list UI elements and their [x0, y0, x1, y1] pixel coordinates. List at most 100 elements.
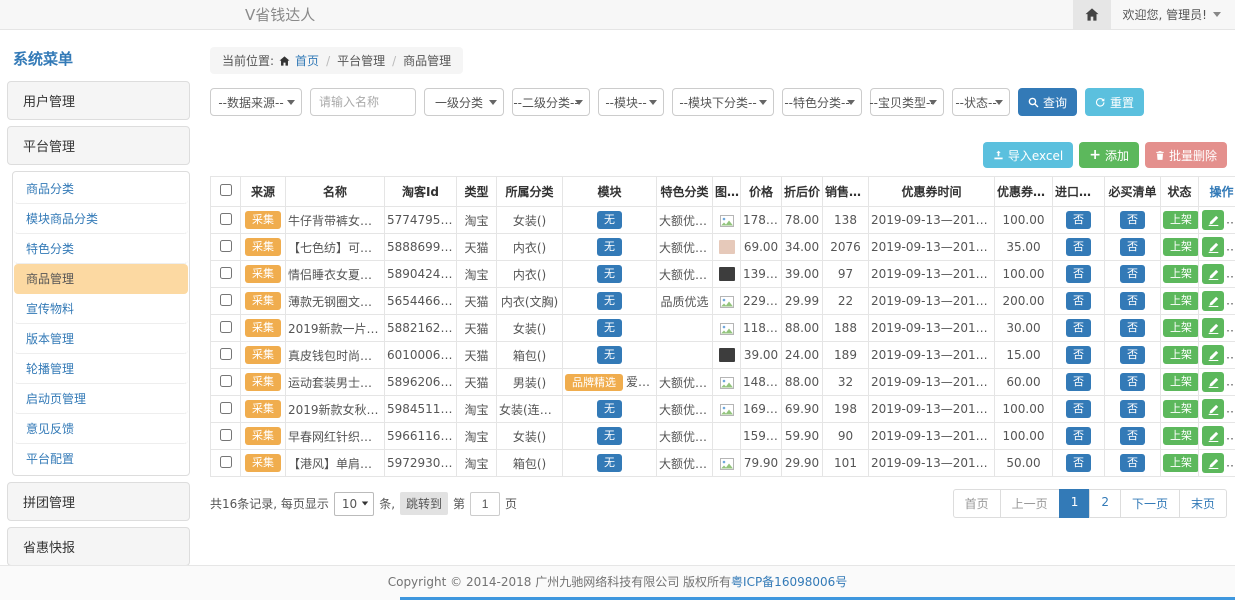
edit-button[interactable]: [1202, 426, 1224, 446]
import-pick-toggle[interactable]: 否: [1066, 346, 1091, 363]
status-button[interactable]: 上架: [1163, 400, 1199, 417]
edit-button[interactable]: [1202, 291, 1224, 311]
import-pick-toggle[interactable]: 否: [1066, 238, 1091, 255]
status-button[interactable]: 上架: [1163, 346, 1199, 363]
sidebar-subitem[interactable]: 启动页管理: [14, 384, 188, 414]
status-button[interactable]: 上架: [1163, 211, 1199, 228]
must-buy-toggle[interactable]: 否: [1120, 373, 1145, 390]
row-checkbox[interactable]: [220, 429, 232, 441]
discount-price: 34.00: [782, 234, 823, 261]
row-checkbox[interactable]: [220, 213, 232, 225]
price: 148.00: [741, 369, 782, 396]
must-buy-toggle[interactable]: 否: [1120, 427, 1145, 444]
sidebar-subitem[interactable]: 版本管理: [14, 324, 188, 354]
must-buy-toggle[interactable]: 否: [1120, 319, 1145, 336]
copyright-text: Copyright © 2014-2018 广州九驰网络科技有限公司 版权所有: [388, 575, 731, 589]
import-pick-toggle[interactable]: 否: [1066, 454, 1091, 471]
status-button[interactable]: 上架: [1163, 373, 1199, 390]
status-button[interactable]: 上架: [1163, 319, 1199, 336]
home-button[interactable]: [1073, 0, 1111, 29]
sidebar-subitem[interactable]: 意见反馈: [14, 414, 188, 444]
status-button[interactable]: 上架: [1163, 292, 1199, 309]
import-excel-button[interactable]: 导入excel: [983, 142, 1073, 168]
row-checkbox[interactable]: [220, 267, 232, 279]
must-buy-toggle[interactable]: 否: [1120, 346, 1145, 363]
sidebar-subitem[interactable]: 商品分类: [14, 174, 188, 204]
edit-button[interactable]: [1202, 399, 1224, 419]
page-button[interactable]: 1: [1059, 489, 1091, 518]
user-menu[interactable]: 欢迎您, 管理员!: [1111, 0, 1235, 29]
edit-button[interactable]: [1202, 453, 1224, 473]
import-pick-toggle[interactable]: 否: [1066, 373, 1091, 390]
sidebar-subitem[interactable]: 模块商品分类: [14, 204, 188, 234]
must-buy-toggle[interactable]: 否: [1120, 400, 1145, 417]
filter-module-sub-select[interactable]: --模块下分类--: [672, 88, 774, 116]
sidebar-item[interactable]: 平台管理: [7, 126, 190, 165]
page-button[interactable]: 末页: [1179, 489, 1227, 518]
filter-module-select[interactable]: --模块--: [598, 88, 664, 116]
taoke-id: 598451162391: [385, 396, 457, 423]
filter-source-select[interactable]: --数据来源--: [210, 88, 302, 116]
must-buy-toggle[interactable]: 否: [1120, 454, 1145, 471]
price: 118.00: [741, 315, 782, 342]
welcome-text: 欢迎您, 管理员!: [1123, 6, 1207, 23]
filter-category2-select[interactable]: --二级分类--: [512, 88, 590, 116]
must-buy-toggle[interactable]: 否: [1120, 292, 1145, 309]
row-checkbox[interactable]: [220, 240, 232, 252]
must-buy-toggle[interactable]: 否: [1120, 265, 1145, 282]
batch-delete-button[interactable]: 批量删除: [1145, 142, 1227, 168]
icp-link[interactable]: 粤ICP备16098006号: [731, 575, 847, 589]
module-subcategory: 爱上运动: [626, 375, 657, 389]
edit-button[interactable]: [1202, 237, 1224, 257]
category: 女装(): [497, 207, 563, 234]
sidebar-item[interactable]: 用户管理: [7, 81, 190, 120]
edit-button[interactable]: [1202, 210, 1224, 230]
add-button[interactable]: + 添加: [1079, 142, 1139, 168]
status-button[interactable]: 上架: [1163, 238, 1199, 255]
import-pick-toggle[interactable]: 否: [1066, 292, 1091, 309]
breadcrumb-home-link[interactable]: 首页: [295, 52, 319, 69]
module-cell: 无: [563, 342, 657, 369]
row-checkbox[interactable]: [220, 294, 232, 306]
sidebar-subitem[interactable]: 商品管理: [14, 264, 188, 294]
filter-feature-select[interactable]: --特色分类--: [782, 88, 862, 116]
sidebar-subitem[interactable]: 特色分类: [14, 234, 188, 264]
jump-button[interactable]: 跳转到: [400, 492, 448, 515]
import-pick-toggle[interactable]: 否: [1066, 211, 1091, 228]
import-pick-toggle[interactable]: 否: [1066, 427, 1091, 444]
name-search-input[interactable]: [310, 88, 416, 116]
sidebar-item[interactable]: 省惠快报: [7, 527, 190, 565]
filter-category1-select[interactable]: 一级分类: [424, 88, 504, 116]
row-checkbox[interactable]: [220, 321, 232, 333]
import-pick-toggle[interactable]: 否: [1066, 319, 1091, 336]
sidebar-subitem[interactable]: 轮播管理: [14, 354, 188, 384]
import-pick-toggle[interactable]: 否: [1066, 400, 1091, 417]
page-button[interactable]: 2: [1089, 489, 1121, 518]
filter-item-type-select[interactable]: --宝贝类型--: [870, 88, 944, 116]
edit-button[interactable]: [1202, 345, 1224, 365]
sidebar-item[interactable]: 拼团管理: [7, 482, 190, 521]
page-size-select[interactable]: 10: [334, 492, 374, 516]
select-all-checkbox[interactable]: [220, 184, 232, 196]
row-checkbox[interactable]: [220, 402, 232, 414]
query-button[interactable]: 查询: [1018, 88, 1077, 116]
sidebar-subitem[interactable]: 宣传物料: [14, 294, 188, 324]
status-button[interactable]: 上架: [1163, 427, 1199, 444]
row-checkbox[interactable]: [220, 456, 232, 468]
reset-button[interactable]: 重置: [1085, 88, 1144, 116]
status-button[interactable]: 上架: [1163, 454, 1199, 471]
sidebar-subitem[interactable]: 平台配置: [14, 444, 188, 473]
status-button[interactable]: 上架: [1163, 265, 1199, 282]
sales-count: 101: [823, 450, 869, 477]
edit-button[interactable]: [1202, 372, 1224, 392]
row-checkbox[interactable]: [220, 375, 232, 387]
import-pick-toggle[interactable]: 否: [1066, 265, 1091, 282]
edit-button[interactable]: [1202, 264, 1224, 284]
filter-status-select[interactable]: --状态--: [952, 88, 1010, 116]
row-checkbox[interactable]: [220, 348, 232, 360]
must-buy-toggle[interactable]: 否: [1120, 238, 1145, 255]
page-button[interactable]: 下一页: [1120, 489, 1180, 518]
must-buy-toggle[interactable]: 否: [1120, 211, 1145, 228]
page-number-input[interactable]: [470, 492, 500, 516]
edit-button[interactable]: [1202, 318, 1224, 338]
